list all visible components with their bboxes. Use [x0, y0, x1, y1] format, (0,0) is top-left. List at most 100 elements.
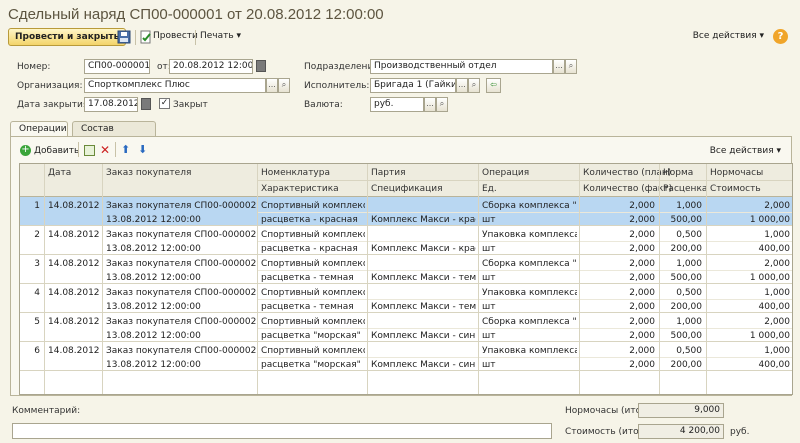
- cell-nom[interactable]: Спортивный комплекс "М...: [261, 230, 365, 240]
- cell-nom[interactable]: Спортивный комплекс "М...: [261, 259, 365, 269]
- cell-qplan[interactable]: 2,000: [581, 201, 655, 211]
- dept-search-icon[interactable]: ⌕: [565, 59, 577, 74]
- cell-spec[interactable]: Комплекс Макси - темный: [371, 302, 476, 312]
- cell-norm[interactable]: 0,500: [661, 230, 702, 240]
- cell-norm[interactable]: 0,500: [661, 288, 702, 298]
- cell-date[interactable]: 14.08.2012: [48, 317, 100, 327]
- cell-date[interactable]: 14.08.2012: [48, 201, 100, 211]
- cell-order1[interactable]: Заказ покупателя СП00-000002 от: [106, 201, 256, 211]
- help-icon[interactable]: ?: [773, 29, 788, 44]
- cell-cost[interactable]: 400,00: [708, 360, 791, 370]
- currency-search-icon[interactable]: ⌕: [436, 97, 448, 112]
- cell-qplan[interactable]: 2,000: [581, 259, 655, 269]
- save-icon[interactable]: [117, 30, 131, 44]
- cell-qfact[interactable]: 2,000: [581, 360, 655, 370]
- move-up-icon[interactable]: ⬆: [121, 143, 130, 156]
- org-field[interactable]: Спорткомплекс Плюс: [84, 78, 266, 93]
- cell-order2[interactable]: 13.08.2012 12:00:00: [106, 273, 256, 283]
- cell-qplan[interactable]: 2,000: [581, 346, 655, 356]
- closed-checkbox[interactable]: ✓: [159, 98, 170, 109]
- cell-order1[interactable]: Заказ покупателя СП00-000002 от: [106, 259, 256, 269]
- calendar-icon[interactable]: [141, 98, 151, 110]
- post-icon[interactable]: [139, 30, 153, 44]
- cell-order2[interactable]: 13.08.2012 12:00:00: [106, 215, 256, 225]
- cell-hours[interactable]: 2,000: [708, 201, 790, 211]
- executor-open-icon[interactable]: ⇦: [486, 78, 501, 93]
- cell-unit[interactable]: шт: [482, 244, 577, 254]
- executor-field[interactable]: Бригада 1 (Гайкин, М...: [370, 78, 456, 93]
- cell-qfact[interactable]: 2,000: [581, 273, 655, 283]
- cell-char[interactable]: расцветка "морская": [261, 331, 365, 341]
- delete-icon[interactable]: ✕: [100, 143, 110, 157]
- cell-norm[interactable]: 1,000: [661, 201, 702, 211]
- cell-op[interactable]: Упаковка комплекса "...: [482, 346, 577, 356]
- cell-cost[interactable]: 400,00: [708, 244, 791, 254]
- cell-nom[interactable]: Спортивный комплекс "М...: [261, 288, 365, 298]
- cell-unit[interactable]: шт: [482, 215, 577, 225]
- cell-rate[interactable]: 200,00: [661, 244, 703, 254]
- cell-rate[interactable]: 200,00: [661, 302, 703, 312]
- cell-qfact[interactable]: 2,000: [581, 215, 655, 225]
- cell-order2[interactable]: 13.08.2012 12:00:00: [106, 360, 256, 370]
- cell-char[interactable]: расцветка - красная: [261, 244, 365, 254]
- cell-norm[interactable]: 1,000: [661, 317, 702, 327]
- cell-qfact[interactable]: 2,000: [581, 331, 655, 341]
- dept-select-button[interactable]: ...: [553, 59, 565, 74]
- cell-order1[interactable]: Заказ покупателя СП00-000002 от: [106, 288, 256, 298]
- cell-rate[interactable]: 500,00: [661, 215, 703, 225]
- calendar-icon[interactable]: [256, 60, 266, 72]
- cell-rate[interactable]: 500,00: [661, 273, 703, 283]
- org-search-icon[interactable]: ⌕: [278, 78, 290, 93]
- currency-select-button[interactable]: ...: [424, 97, 436, 112]
- cell-nom[interactable]: Спортивный комплекс "М...: [261, 317, 365, 327]
- cell-unit[interactable]: шт: [482, 273, 577, 283]
- operations-table[interactable]: Дата Заказ покупателя Номенклатура Парти…: [19, 163, 793, 395]
- cell-qfact[interactable]: 2,000: [581, 302, 655, 312]
- cell-spec[interactable]: Комплекс Макси - темный: [371, 273, 476, 283]
- cell-spec[interactable]: Комплекс Макси - красн...: [371, 215, 476, 225]
- currency-field[interactable]: руб.: [370, 97, 424, 112]
- tab-team[interactable]: Состав бригады: [72, 121, 156, 149]
- cell-op[interactable]: Упаковка комплекса "...: [482, 230, 577, 240]
- cell-qplan[interactable]: 2,000: [581, 230, 655, 240]
- cell-rate[interactable]: 500,00: [661, 331, 703, 341]
- executor-select-button[interactable]: ...: [456, 78, 468, 93]
- cell-unit[interactable]: шт: [482, 302, 577, 312]
- post-and-close-button[interactable]: Провести и закрыть: [8, 28, 127, 46]
- cell-order2[interactable]: 13.08.2012 12:00:00: [106, 331, 256, 341]
- number-field[interactable]: СП00-000001: [84, 59, 150, 74]
- cell-char[interactable]: расцветка "морская": [261, 360, 365, 370]
- cell-norm[interactable]: 0,500: [661, 346, 702, 356]
- add-button[interactable]: Добавить: [34, 146, 79, 156]
- date-field[interactable]: 20.08.2012 12:00:00: [169, 59, 253, 74]
- cell-rate[interactable]: 200,00: [661, 360, 703, 370]
- post-button[interactable]: Провести: [153, 31, 198, 41]
- cell-unit[interactable]: шт: [482, 331, 577, 341]
- cell-op[interactable]: Упаковка комплекса "...: [482, 288, 577, 298]
- cell-char[interactable]: расцветка - темная: [261, 273, 365, 283]
- cell-qplan[interactable]: 2,000: [581, 317, 655, 327]
- cell-cost[interactable]: 1 000,00: [708, 273, 790, 283]
- cell-unit[interactable]: шт: [482, 360, 577, 370]
- move-down-icon[interactable]: ⬇: [138, 143, 147, 156]
- cell-char[interactable]: расцветка - темная: [261, 302, 365, 312]
- org-select-button[interactable]: ...: [266, 78, 278, 93]
- cell-spec[interactable]: Комплекс Макси - синий: [371, 331, 476, 341]
- cell-op[interactable]: Сборка комплекса "М...: [482, 201, 577, 211]
- cell-hours[interactable]: 2,000: [708, 317, 790, 327]
- cell-op[interactable]: Сборка комплекса "М...: [482, 317, 577, 327]
- cell-op[interactable]: Сборка комплекса "М...: [482, 259, 577, 269]
- cell-date[interactable]: 14.08.2012: [48, 259, 100, 269]
- close-date-field[interactable]: 17.08.2012: [84, 97, 138, 112]
- cell-spec[interactable]: Комплекс Макси - синий: [371, 360, 476, 370]
- comment-field[interactable]: [12, 423, 552, 439]
- cell-date[interactable]: 14.08.2012: [48, 346, 100, 356]
- cell-order1[interactable]: Заказ покупателя СП00-000002 от: [106, 346, 256, 356]
- cell-hours[interactable]: 1,000: [708, 288, 790, 298]
- cell-hours[interactable]: 1,000: [708, 230, 790, 240]
- cell-order1[interactable]: Заказ покупателя СП00-000002 от: [106, 230, 256, 240]
- cell-hours[interactable]: 2,000: [708, 259, 790, 269]
- cell-qfact[interactable]: 2,000: [581, 244, 655, 254]
- cell-qplan[interactable]: 2,000: [581, 288, 655, 298]
- cell-date[interactable]: 14.08.2012: [48, 230, 100, 240]
